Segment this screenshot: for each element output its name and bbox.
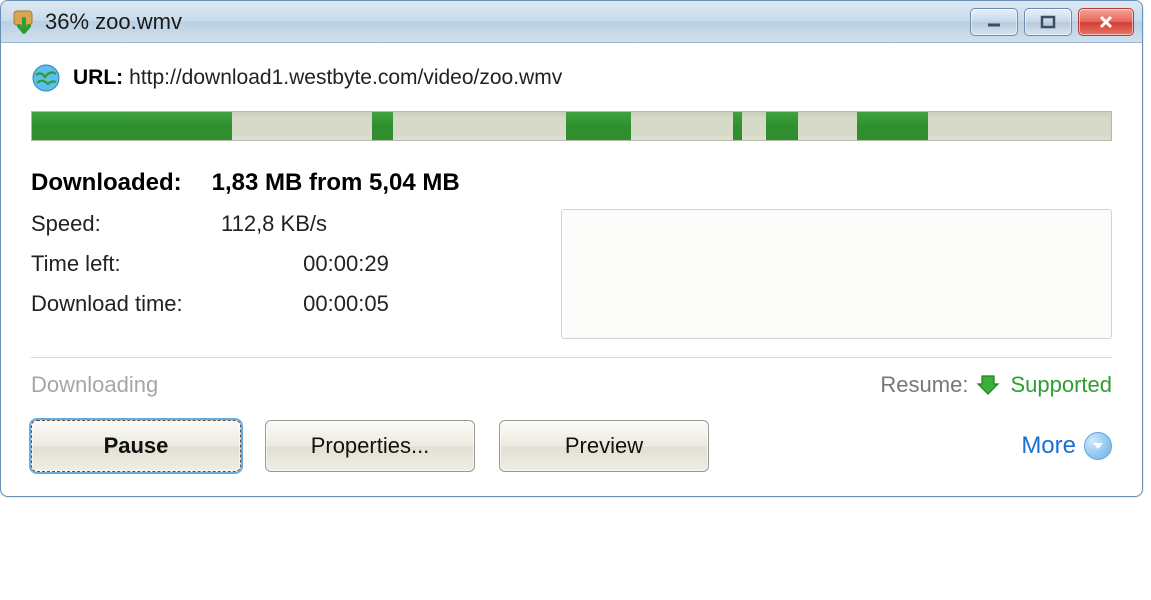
progress-bar (31, 111, 1112, 141)
download-app-icon (11, 9, 37, 35)
resume-value: Supported (1010, 372, 1112, 398)
close-button[interactable] (1078, 8, 1134, 36)
pause-button[interactable]: Pause (31, 420, 241, 472)
globe-icon (31, 63, 61, 93)
dialog-body: URL: http://download1.westbyte.com/video… (1, 43, 1142, 496)
progress-segment-filled (32, 112, 232, 140)
properties-button[interactable]: Properties... (265, 420, 475, 472)
resume-label: Resume: (880, 372, 968, 398)
window-controls (970, 8, 1134, 36)
speed-label: Speed: (31, 211, 221, 237)
titlebar[interactable]: 36% zoo.wmv (1, 1, 1142, 43)
more-label: More (1021, 432, 1076, 460)
downloaded-value: 1,83 MB from 5,04 MB (212, 169, 460, 197)
maximize-button[interactable] (1024, 8, 1072, 36)
dltime-value: 00:00:05 (221, 291, 471, 317)
progress-segment-empty (393, 112, 566, 140)
progress-segment-empty (631, 112, 734, 140)
dltime-stat: Download time: 00:00:05 (31, 291, 521, 317)
more-link[interactable]: More (1021, 432, 1112, 460)
downloaded-row: Downloaded: 1,83 MB from 5,04 MB (31, 169, 1112, 197)
dltime-label: Download time: (31, 291, 221, 317)
separator (31, 357, 1112, 358)
window-title: 36% zoo.wmv (45, 9, 970, 35)
progress-segment-empty (928, 112, 1111, 140)
progress-segment-empty (798, 112, 857, 140)
download-dialog-window: 36% zoo.wmv URL: http://download1.westby… (0, 0, 1143, 497)
progress-segment-filled (372, 112, 394, 140)
progress-segment-filled (566, 112, 631, 140)
progress-segment-empty (742, 112, 766, 140)
url-value: http://download1.westbyte.com/video/zoo.… (129, 66, 562, 90)
progress-segment-empty (232, 112, 372, 140)
timeleft-value: 00:00:29 (221, 251, 471, 277)
stats-row: Speed: 112,8 KB/s Time left: 00:00:29 Do… (31, 211, 1112, 339)
url-label: URL: (73, 66, 123, 90)
timeleft-label: Time left: (31, 251, 221, 277)
status-text: Downloading (31, 372, 158, 398)
stats-column: Speed: 112,8 KB/s Time left: 00:00:29 Do… (31, 211, 521, 331)
minimize-button[interactable] (970, 8, 1018, 36)
status-row: Downloading Resume: Supported (31, 372, 1112, 398)
downloaded-label: Downloaded: (31, 169, 182, 197)
resume-supported-icon (976, 373, 1000, 397)
button-row: Pause Properties... Preview More (31, 420, 1112, 472)
url-row: URL: http://download1.westbyte.com/video… (31, 63, 1112, 93)
speed-stat: Speed: 112,8 KB/s (31, 211, 521, 237)
progress-segment-filled (857, 112, 927, 140)
progress-segment-filled (766, 112, 798, 140)
chevron-down-icon (1084, 432, 1112, 460)
speed-value: 112,8 KB/s (221, 211, 471, 237)
preview-button[interactable]: Preview (499, 420, 709, 472)
timeleft-stat: Time left: 00:00:29 (31, 251, 521, 277)
progress-segment-filled (733, 112, 742, 140)
info-pane (561, 209, 1112, 339)
